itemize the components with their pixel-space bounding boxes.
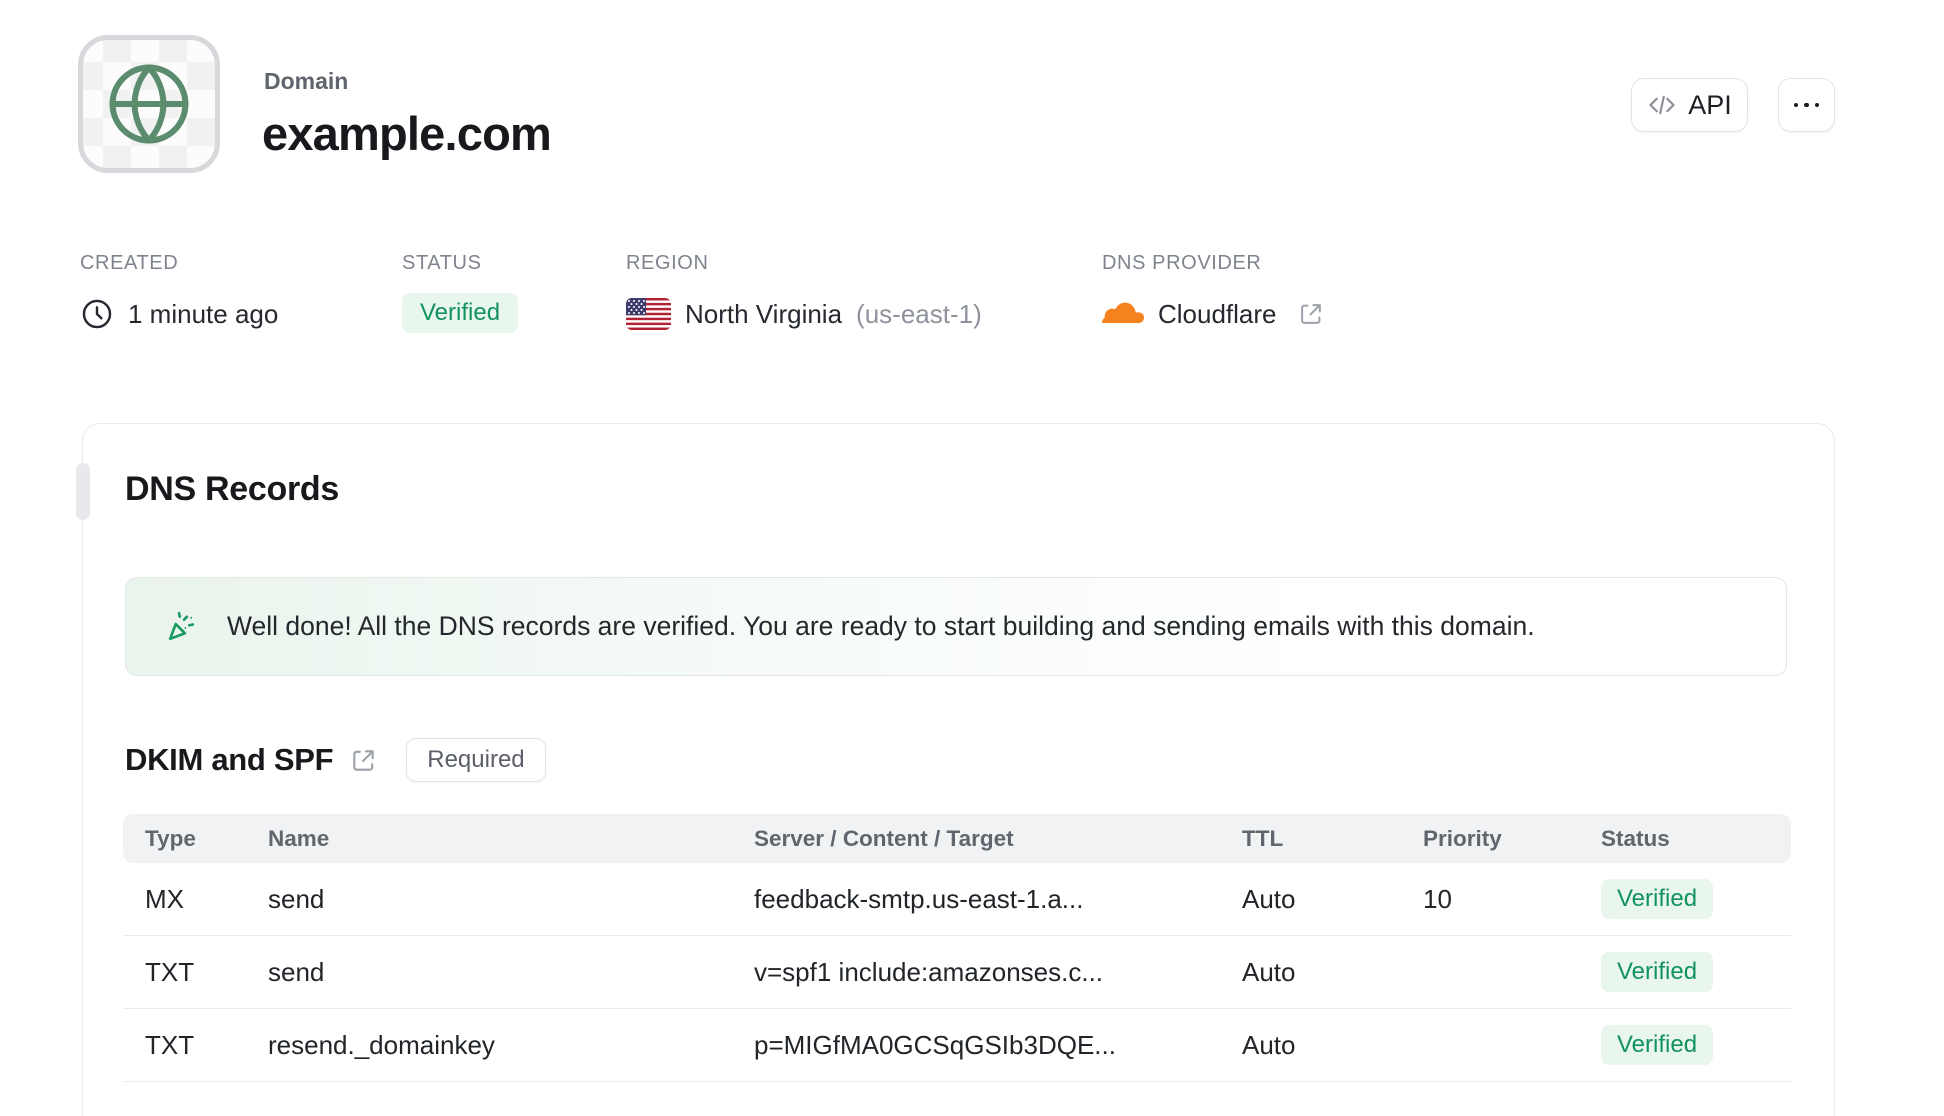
api-button-label: API — [1688, 89, 1732, 120]
dns-provider-label: DNS PROVIDER — [1102, 252, 1262, 274]
globe-icon — [102, 57, 196, 151]
ellipsis-icon — [1793, 102, 1820, 108]
cell-type: TXT — [145, 1029, 195, 1060]
column-header-name: Name — [268, 825, 330, 851]
cell-type: TXT — [145, 956, 195, 987]
verified-badge: Verified — [1601, 952, 1714, 992]
created-value: 1 minute ago — [80, 292, 278, 336]
cell-ttl: Auto — [1242, 1029, 1296, 1060]
dkim-spf-section-header: DKIM and SPF Required — [125, 736, 546, 784]
cell-ttl: Auto — [1242, 883, 1296, 914]
cell-status: Verified — [1601, 952, 1769, 992]
cell-name: resend._domainkey — [268, 1029, 495, 1060]
required-badge: Required — [406, 738, 546, 782]
status-label: STATUS — [402, 252, 482, 274]
status-badge: Verified — [402, 293, 519, 333]
region-label: REGION — [626, 252, 709, 274]
success-banner: Well done! All the DNS records are verif… — [125, 577, 1787, 676]
column-header-content: Server / Content / Target — [754, 825, 1014, 851]
page-kicker: Domain — [264, 68, 349, 94]
verified-badge: Verified — [1601, 879, 1714, 919]
dns-records-card: DNS Records Well done! All the DNS recor… — [82, 423, 1835, 1116]
column-header-priority: Priority — [1423, 825, 1502, 851]
table-row: TXT send v=spf1 include:amazonses.c... A… — [123, 936, 1791, 1009]
table-row: TXT resend._domainkey p=MIGfMA0GCSqGSIb3… — [123, 1009, 1791, 1082]
clock-icon — [80, 297, 114, 331]
region-code: (us-east-1) — [856, 298, 982, 329]
dns-table-body: MX send feedback-smtp.us-east-1.a... Aut… — [123, 863, 1791, 1082]
api-button[interactable]: API — [1631, 78, 1748, 132]
section-scroll-indicator — [76, 463, 90, 520]
cell-content: p=MIGfMA0GCSqGSIb3DQE... — [754, 1029, 1116, 1060]
column-header-type: Type — [145, 825, 196, 851]
card-title: DNS Records — [125, 470, 339, 508]
cell-priority: 10 — [1423, 883, 1452, 914]
region-name: North Virginia — [685, 298, 843, 329]
cell-content: feedback-smtp.us-east-1.a... — [754, 883, 1084, 914]
party-popper-icon — [164, 608, 201, 645]
status-value: Verified — [402, 293, 519, 333]
cell-name: send — [268, 883, 325, 914]
us-flag-icon — [626, 298, 671, 330]
column-header-status: Status — [1601, 825, 1670, 851]
page-title: example.com — [262, 107, 552, 160]
external-link-icon[interactable] — [1297, 300, 1325, 328]
success-message: Well done! All the DNS records are verif… — [227, 611, 1535, 641]
code-icon — [1647, 90, 1677, 120]
cell-ttl: Auto — [1242, 956, 1296, 987]
dns-provider-name: Cloudflare — [1158, 298, 1277, 329]
cell-type: MX — [145, 883, 184, 914]
column-header-ttl: TTL — [1242, 825, 1284, 851]
verified-badge: Verified — [1601, 1025, 1714, 1065]
cell-status: Verified — [1601, 1025, 1769, 1065]
table-header-row: Type Name Server / Content / Target TTL … — [123, 814, 1791, 863]
dns-provider-value[interactable]: Cloudflare — [1102, 292, 1325, 336]
domain-detail-page: Domain example.com API CREATED STATUS RE… — [0, 0, 1944, 1116]
section-title: DKIM and SPF — [125, 742, 334, 777]
more-options-button[interactable] — [1778, 78, 1835, 132]
cloudflare-icon — [1102, 300, 1144, 328]
region-value: North Virginia (us-east-1) — [626, 292, 982, 336]
cell-status: Verified — [1601, 879, 1769, 919]
created-text: 1 minute ago — [128, 298, 279, 329]
created-label: CREATED — [80, 252, 179, 274]
table-row: MX send feedback-smtp.us-east-1.a... Aut… — [123, 863, 1791, 936]
dns-records-table: Type Name Server / Content / Target TTL … — [123, 814, 1791, 1082]
cell-name: send — [268, 956, 325, 987]
cell-content: v=spf1 include:amazonses.c... — [754, 956, 1104, 987]
external-link-icon[interactable] — [349, 746, 378, 775]
domain-avatar-tile — [78, 35, 220, 173]
